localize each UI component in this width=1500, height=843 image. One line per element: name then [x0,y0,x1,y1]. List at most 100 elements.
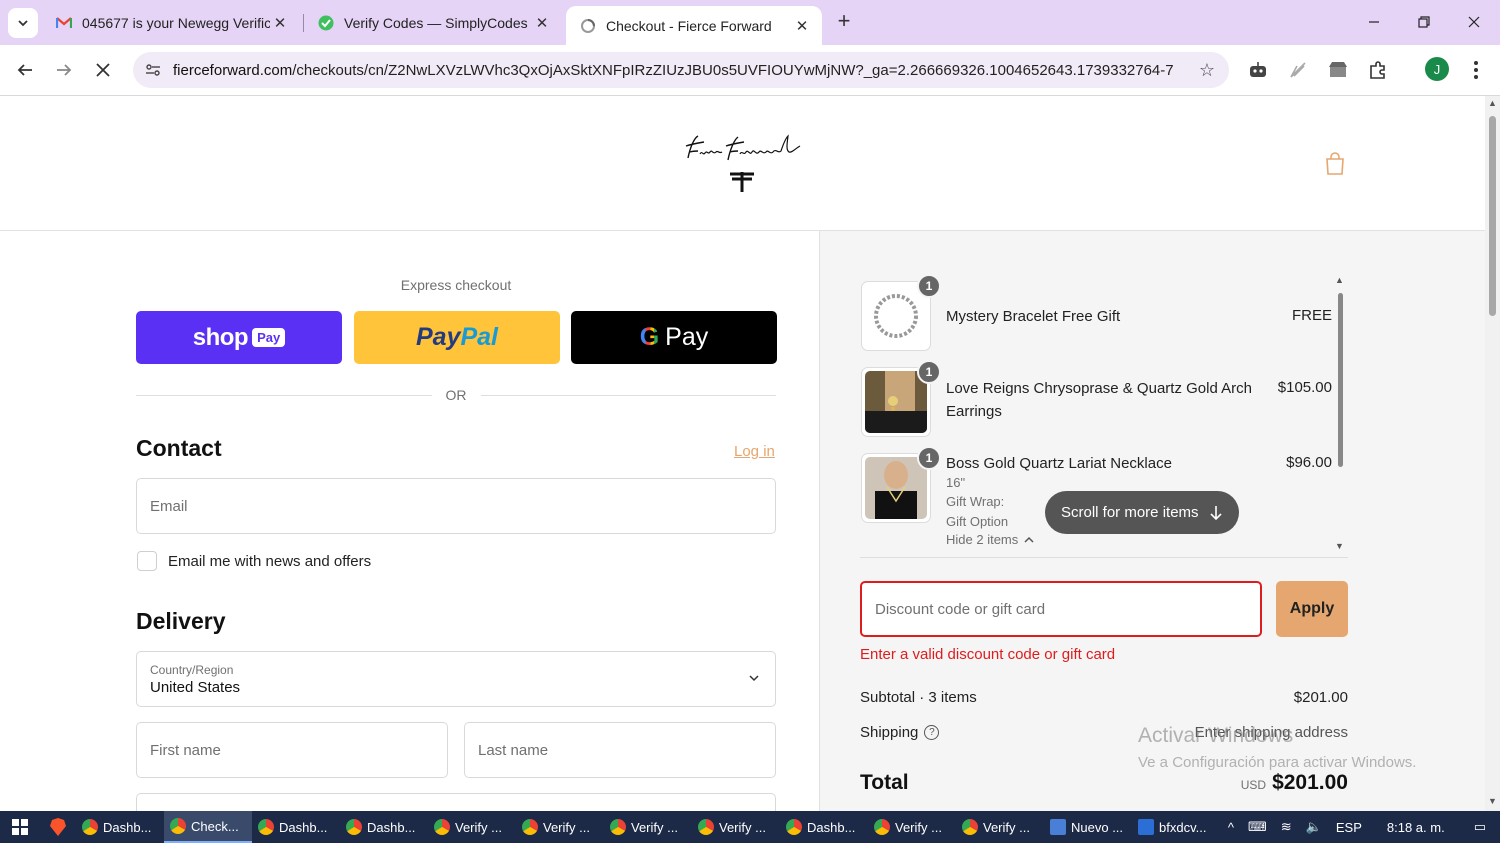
close-window-button[interactable] [1462,10,1486,34]
tab-simplycodes[interactable]: Verify Codes — SimplyCodes ✕ [304,6,562,39]
earrings-image [865,371,927,433]
taskbar-app[interactable]: Dashb... [76,811,164,843]
taskbar-app-label: Dashb... [367,819,416,835]
last-name-field[interactable]: Last name [464,722,776,778]
browser-toolbar: fierceforward.com/checkouts/cn/Z2NwLXVzL… [0,45,1500,96]
apply-discount-button[interactable]: Apply [1276,581,1348,637]
wifi-icon[interactable]: ≋ [1281,819,1292,835]
order-item: 1 Mystery Bracelet Free Gift FREE [860,275,1332,353]
new-tab-button[interactable]: + [832,10,856,34]
app-icon [82,819,98,835]
taskbar-app[interactable]: Verify ... [692,811,780,843]
extensions-puzzle-icon[interactable] [1366,58,1390,82]
taskbar-app[interactable]: Verify ... [868,811,956,843]
taskbar-app-label: Verify ... [719,819,766,835]
taskbar-app[interactable]: bfxdcv... [1132,811,1220,843]
scroll-down-arrow-icon[interactable]: ▼ [1488,796,1497,806]
chevron-down-icon [749,675,759,682]
notifications-icon[interactable]: ▭ [1474,819,1486,835]
app-icon [698,819,714,835]
gmail-icon [56,15,72,31]
fierce-forward-logo [685,134,801,192]
item-price: FREE [1291,307,1332,324]
subtotal-row: Subtotal · 3 items $201.00 [860,689,1348,706]
email-news-option[interactable]: Email me with news and offers [137,551,371,571]
scroll-down-arrow-icon[interactable]: ▼ [1335,541,1344,551]
store-logo[interactable] [680,128,810,198]
taskbar-app[interactable]: Check... [164,811,252,843]
paypal-button[interactable]: PayPal [354,311,560,364]
item-variant-size: 16" [946,475,966,490]
restore-button[interactable] [1412,10,1436,34]
volume-icon[interactable]: 🔈 [1306,819,1322,835]
taskbar-app[interactable]: Verify ... [428,811,516,843]
shop-pay-button[interactable]: shop Pay [136,311,342,364]
login-link[interactable]: Log in [734,443,775,460]
tab-newegg-email[interactable]: 045677 is your Newegg Verifica ✕ [42,6,300,39]
next-field[interactable] [136,793,776,811]
profile-avatar[interactable]: J [1425,57,1449,81]
email-news-checkbox[interactable] [137,551,157,571]
page-scrollbar-thumb[interactable] [1489,116,1496,316]
scroll-for-more-button[interactable]: Scroll for more items [1045,491,1239,534]
tab-checkout[interactable]: Checkout - Fierce Forward ✕ [566,6,822,45]
start-button[interactable] [0,811,40,843]
email-news-label: Email me with news and offers [168,552,372,570]
taskbar-app-label: Check... [191,818,239,834]
clock[interactable]: 8:18 a. m. [1387,820,1445,835]
extension-store-icon[interactable] [1326,58,1350,82]
language-indicator[interactable]: ESP [1336,820,1362,835]
chevron-up-icon [1024,536,1034,543]
taskbar-apps: Dashb... Check... Dashb... Dashb... Verify .… [76,811,1220,843]
keyboard-icon[interactable]: ⌨ [1248,819,1267,835]
scroll-up-arrow-icon[interactable]: ▲ [1488,98,1497,108]
shopping-bag-icon[interactable] [1322,150,1348,176]
brave-taskbar-icon[interactable] [40,811,76,843]
taskbar-app[interactable]: Dashb... [780,811,868,843]
taskbar-app[interactable]: Verify ... [516,811,604,843]
order-items-list[interactable]: 1 Mystery Bracelet Free Gift FREE 1 Love… [860,275,1348,558]
country-select[interactable]: Country/Region United States [136,651,776,707]
discount-code-input[interactable]: Discount code or gift card [860,581,1262,637]
browser-menu-icon[interactable] [1466,57,1486,83]
first-name-field[interactable]: First name [136,722,448,778]
site-settings-icon[interactable] [143,60,163,80]
chevron-up-icon[interactable]: ^ [1228,820,1234,835]
app-icon [610,819,626,835]
close-tab-icon[interactable]: ✕ [270,13,290,33]
total-value: $201.00 [1272,771,1348,794]
help-icon[interactable]: ? [924,725,940,740]
taskbar-app[interactable]: Verify ... [956,811,1044,843]
close-tab-icon[interactable]: ✕ [792,16,812,36]
total-label: Total [860,771,909,794]
hide-items-toggle[interactable]: Hide 2 items [946,532,1035,547]
address-bar[interactable]: fierceforward.com/checkouts/cn/Z2NwLXVzL… [133,52,1229,88]
items-scrollbar-thumb[interactable] [1338,293,1343,467]
forward-button[interactable] [49,55,79,85]
paypal-part2: Pal [460,323,498,351]
google-pay-button[interactable]: G Pay [571,311,777,364]
taskbar-app[interactable]: Verify ... [604,811,692,843]
taskbar-app[interactable]: Dashb... [252,811,340,843]
quantity-badge: 1 [917,360,941,384]
chevron-down-icon [18,20,28,27]
taskbar-app[interactable]: Dashb... [340,811,428,843]
email-field[interactable]: Email [136,478,776,534]
items-scrollbar[interactable]: ▲ ▼ [1334,275,1348,553]
app-icon [434,819,450,835]
minimize-button[interactable] [1362,10,1386,34]
stop-loading-button[interactable] [88,55,118,85]
minimize-icon [1369,21,1379,23]
close-icon [1468,16,1480,28]
app-icon [1050,819,1066,835]
scroll-up-arrow-icon[interactable]: ▲ [1335,275,1344,285]
extension-robot-icon[interactable] [1246,58,1270,82]
extension-feather-icon[interactable] [1286,58,1310,82]
taskbar-app[interactable]: Nuevo ... [1044,811,1132,843]
tab-search-button[interactable] [8,8,38,38]
page-scrollbar[interactable]: ▲ ▼ [1485,96,1500,811]
app-icon [1138,819,1154,835]
close-tab-icon[interactable]: ✕ [532,13,552,33]
bookmark-star-icon[interactable]: ☆ [1199,60,1215,81]
back-button[interactable] [10,55,40,85]
